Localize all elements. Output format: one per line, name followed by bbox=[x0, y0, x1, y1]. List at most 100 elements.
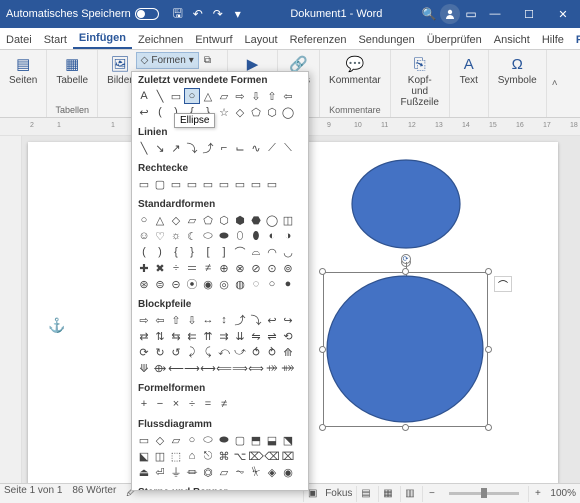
tab-zeichnen[interactable]: Zeichnen bbox=[132, 31, 189, 49]
resize-handle-nw[interactable] bbox=[319, 268, 326, 275]
shape-option[interactable]: ⤀ bbox=[264, 360, 280, 376]
shape-option[interactable]: ⇌ bbox=[264, 328, 280, 344]
shape-option[interactable]: ⇄ bbox=[136, 328, 152, 344]
shape-option[interactable]: ⌦ bbox=[248, 448, 264, 464]
shape-option[interactable]: ⇩ bbox=[184, 312, 200, 328]
shape-option[interactable]: ⤹ bbox=[200, 344, 216, 360]
zoom-in-button[interactable]: + bbox=[528, 486, 546, 502]
shape-option[interactable]: ◫ bbox=[152, 448, 168, 464]
resize-handle-n[interactable] bbox=[402, 268, 409, 275]
text-button[interactable]: A Text bbox=[456, 52, 482, 88]
shape-option[interactable]: ( bbox=[136, 244, 152, 260]
shape-option[interactable]: ⬠ bbox=[200, 212, 216, 228]
rotate-handle[interactable]: ⟳ bbox=[401, 254, 411, 264]
shape-option[interactable]: ▢ bbox=[152, 176, 168, 192]
shape-option[interactable]: ⬒ bbox=[248, 432, 264, 448]
shape-option[interactable]: ▭ bbox=[184, 176, 200, 192]
minimize-button[interactable]: ― bbox=[478, 0, 512, 28]
shape-option[interactable]: ⬭ bbox=[200, 228, 216, 244]
qat-dropdown-icon[interactable]: ▾ bbox=[231, 7, 245, 21]
zoom-out-button[interactable]: − bbox=[422, 486, 440, 502]
zoom-slider-thumb[interactable] bbox=[481, 488, 487, 498]
tabelle-button[interactable]: ▦ Tabelle bbox=[53, 52, 91, 88]
shape-option[interactable]: ⬓ bbox=[264, 432, 280, 448]
shape-option[interactable]: ⏏ bbox=[136, 464, 152, 480]
tab-einfuegen[interactable]: Einfügen bbox=[73, 29, 132, 49]
shape-option[interactable]: ⏚ bbox=[168, 464, 184, 480]
shape-option[interactable]: ⟍ bbox=[280, 140, 296, 156]
shape-option[interactable]: ⬚ bbox=[168, 448, 184, 464]
tab-entwurf[interactable]: Entwurf bbox=[189, 31, 238, 49]
shape-option[interactable]: ⟵ bbox=[168, 360, 184, 376]
shape-option[interactable]: ♡ bbox=[152, 228, 168, 244]
shape-option[interactable]: − bbox=[152, 396, 168, 412]
shape-option[interactable]: ▭ bbox=[232, 176, 248, 192]
shape-option[interactable]: ⬔ bbox=[280, 432, 296, 448]
shape-option[interactable]: ▭ bbox=[168, 176, 184, 192]
shape-option[interactable]: ◌ bbox=[248, 276, 264, 292]
shape-option[interactable]: ) bbox=[152, 244, 168, 260]
shape-option[interactable]: ▭ bbox=[248, 176, 264, 192]
shape-circle-selected[interactable]: ⟳ ⌒ bbox=[323, 272, 488, 427]
shape-option[interactable]: ╲ bbox=[152, 88, 168, 104]
shape-option[interactable]: ◡ bbox=[280, 244, 296, 260]
shape-option[interactable]: ◯ bbox=[264, 212, 280, 228]
shape-option[interactable]: ◇ bbox=[168, 212, 184, 228]
tab-hilfe[interactable]: Hilfe bbox=[536, 31, 570, 49]
shape-option[interactable]: ⇆ bbox=[168, 328, 184, 344]
shape-option[interactable]: ⟷ bbox=[200, 360, 216, 376]
print-layout-button[interactable]: ▦ bbox=[378, 486, 396, 502]
shape-option[interactable]: ⎋ bbox=[200, 448, 216, 464]
shape-option[interactable]: ] bbox=[216, 244, 232, 260]
shape-option[interactable]: ÷ bbox=[184, 396, 200, 412]
shape-option[interactable]: ↺ bbox=[168, 344, 184, 360]
shape-option[interactable]: ⇨ bbox=[232, 88, 248, 104]
shape-option[interactable]: ⟶ bbox=[184, 360, 200, 376]
shape-option[interactable]: ⏦ bbox=[232, 464, 248, 480]
shape-option[interactable]: ◉ bbox=[200, 276, 216, 292]
shape-option[interactable]: ⌓ bbox=[248, 244, 264, 260]
shape-option[interactable]: ⟹ bbox=[232, 360, 248, 376]
shape-option[interactable]: ◐ bbox=[264, 228, 280, 244]
maximize-button[interactable]: ☐ bbox=[512, 0, 546, 28]
ribbon-options-icon[interactable]: ▭ bbox=[464, 7, 478, 21]
shape-option[interactable]: △ bbox=[152, 212, 168, 228]
ribbon-collapse-button[interactable]: ˄ bbox=[547, 50, 563, 117]
shape-option[interactable]: ⇧ bbox=[264, 88, 280, 104]
resize-handle-se[interactable] bbox=[485, 424, 492, 431]
tab-formformatierung[interactable]: Formformatierung bbox=[570, 31, 580, 49]
shape-option[interactable]: ⌧ bbox=[280, 448, 296, 464]
shape-option[interactable]: ⟺ bbox=[248, 360, 264, 376]
shape-option[interactable]: ⤴ bbox=[232, 312, 248, 328]
tab-start[interactable]: Start bbox=[38, 31, 73, 49]
shape-option[interactable]: ⤵ bbox=[184, 140, 200, 156]
resize-handle-sw[interactable] bbox=[319, 424, 326, 431]
shape-option[interactable]: ⦿ bbox=[184, 276, 200, 292]
shape-option[interactable]: [ bbox=[200, 244, 216, 260]
shape-option[interactable]: ≠ bbox=[200, 260, 216, 276]
shape-option[interactable]: ⊛ bbox=[136, 276, 152, 292]
shape-option[interactable]: ↕ bbox=[216, 312, 232, 328]
shape-option[interactable]: ☼ bbox=[168, 228, 184, 244]
shape-option[interactable]: ▱ bbox=[168, 432, 184, 448]
web-layout-button[interactable]: ▥ bbox=[400, 486, 418, 502]
shape-option[interactable]: ≠ bbox=[216, 396, 232, 412]
shape-option[interactable]: ▭ bbox=[136, 432, 152, 448]
shape-option[interactable]: ⊚ bbox=[280, 260, 296, 276]
shape-option[interactable]: ⥀ bbox=[248, 344, 264, 360]
symbole-button[interactable]: Ω Symbole bbox=[495, 52, 540, 88]
save-icon[interactable]: 🖫 bbox=[171, 7, 185, 21]
shape-option[interactable]: ✚ bbox=[136, 260, 152, 276]
shape-option[interactable]: ↪ bbox=[280, 312, 296, 328]
shape-option[interactable]: × bbox=[168, 396, 184, 412]
shape-option[interactable]: ☾ bbox=[184, 228, 200, 244]
shape-option[interactable]: ⊜ bbox=[152, 276, 168, 292]
shape-option[interactable]: + bbox=[136, 396, 152, 412]
tab-sendungen[interactable]: Sendungen bbox=[352, 31, 420, 49]
shape-option[interactable]: ▱ bbox=[184, 212, 200, 228]
shape-option[interactable]: ⤵ bbox=[248, 312, 264, 328]
shape-option[interactable]: ⇊ bbox=[232, 328, 248, 344]
status-page[interactable]: Seite 1 von 1 bbox=[4, 485, 62, 502]
shape-option[interactable]: ⇦ bbox=[152, 312, 168, 328]
shape-option[interactable]: ⟲ bbox=[280, 328, 296, 344]
